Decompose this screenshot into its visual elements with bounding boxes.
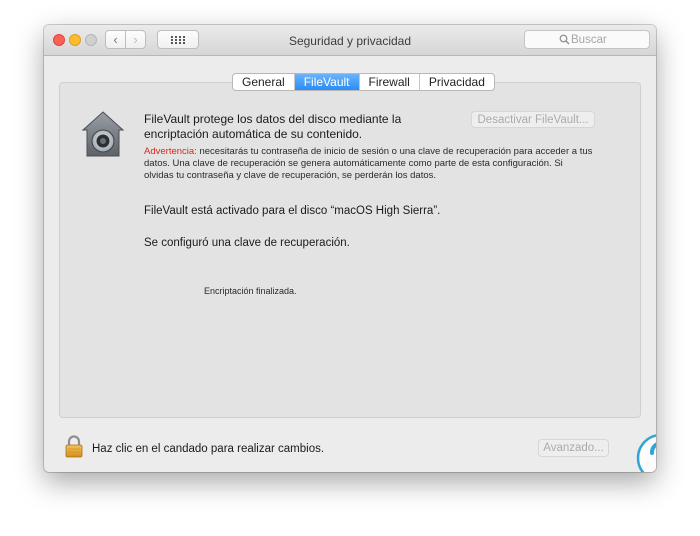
padlock-icon[interactable] xyxy=(64,435,84,458)
advanced-button[interactable]: Avanzado... xyxy=(538,439,609,457)
filevault-house-icon xyxy=(81,111,125,157)
status-recovery-key: Se configuró una clave de recuperación. xyxy=(144,237,350,249)
watermark-logo-icon xyxy=(636,434,656,472)
warning-label: Advertencia: xyxy=(144,146,197,157)
lock-instructions: Haz clic en el candado para realizar cam… xyxy=(92,443,325,455)
filevault-description: FileVault protege los datos del disco me… xyxy=(144,112,402,141)
tab-privacidad[interactable]: Privacidad xyxy=(420,74,494,90)
deactivate-filevault-button[interactable]: Desactivar FileVault... xyxy=(471,111,595,128)
warning-body: necesitarás tu contraseña de inicio de s… xyxy=(144,146,593,181)
search-input[interactable] xyxy=(557,33,651,46)
tab-general[interactable]: General xyxy=(233,74,295,90)
search-field[interactable] xyxy=(524,30,651,49)
preferences-window: ‹ › Seguridad y privacidad General FileV… xyxy=(44,25,656,472)
tab-firewall[interactable]: Firewall xyxy=(360,74,420,90)
status-enabled: FileVault está activado para el disco “m… xyxy=(144,205,441,217)
tab-bar: General FileVault Firewall Privacidad xyxy=(232,73,495,91)
search-icon xyxy=(559,34,570,45)
status-encryption: Encriptación finalizada. xyxy=(204,286,297,296)
tab-filevault[interactable]: FileVault xyxy=(294,74,360,90)
warning-text: Advertencia: necesitarás tu contraseña d… xyxy=(144,146,594,182)
titlebar: ‹ › Seguridad y privacidad xyxy=(44,25,656,56)
